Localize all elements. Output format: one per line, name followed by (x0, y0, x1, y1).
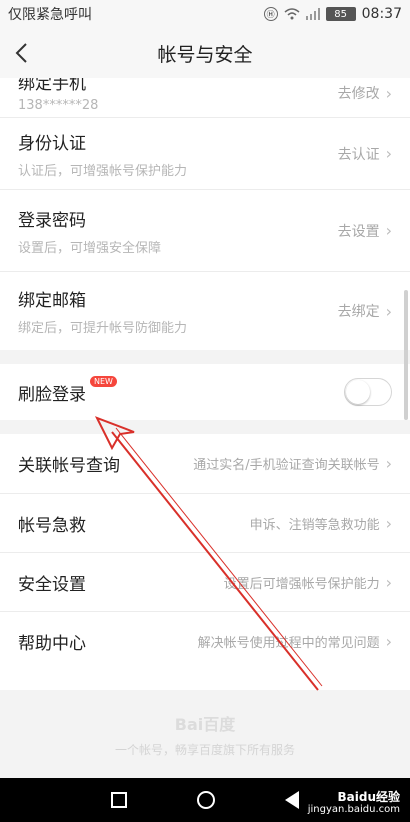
footer: Bai百度 一个帐号，畅享百度旗下所有服务 (0, 690, 410, 778)
row-title: 身份认证 (18, 133, 86, 154)
settings-list: 绑定手机 138******28 去修改 › 身份认证 认证后，可增强帐号保护能… (0, 78, 410, 671)
row-title: 关联帐号查询 (18, 456, 120, 476)
chevron-right-icon: › (385, 144, 392, 163)
chevron-right-icon: › (385, 632, 392, 651)
row-desc: 解决帐号使用过程中的常见问题 (197, 636, 380, 651)
row-sub: 认证后，可增强帐号保护能力 (18, 163, 188, 179)
row-title: 绑定手机 (18, 78, 86, 94)
row-action: 去认证 (337, 146, 380, 163)
clock: 08:37 (361, 6, 402, 22)
row-title: 绑定邮箱 (18, 291, 86, 311)
row-title: 帐号急救 (18, 515, 86, 536)
carrier-text: 仅限紧急呼叫 (8, 7, 92, 23)
face-login-toggle[interactable] (344, 378, 392, 406)
row-action: 去绑定 (337, 304, 380, 320)
chevron-right-icon: › (385, 301, 392, 321)
app-header: 帐号与安全 (0, 28, 410, 78)
row-desc: 设置后可增强帐号保护能力 (223, 576, 380, 592)
row-help-center[interactable]: 帮助中心 解决帐号使用过程中的常见问题 › (0, 612, 410, 671)
watermark: Baidu经验 jingyan.baidu.com (308, 790, 400, 816)
chevron-right-icon: › (385, 454, 392, 473)
footer-text: 一个帐号，畅享百度旗下所有服务 (114, 742, 295, 757)
signal-icon: Ⓗ (263, 7, 278, 21)
watermark-url: jingyan.baidu.com (307, 804, 400, 816)
row-action: 去设置 (337, 223, 380, 240)
row-bind-email[interactable]: 绑定邮箱 绑定后，可提升帐号防御能力 去绑定 › (0, 272, 410, 350)
watermark-title: Baidu经验 (337, 790, 401, 804)
section-gap (0, 350, 410, 364)
home-icon[interactable] (197, 791, 215, 809)
toggle-knob (346, 380, 370, 404)
row-linked-accounts[interactable]: 关联帐号查询 通过实名/手机验证查询关联帐号 › (0, 434, 410, 494)
section-gap (0, 420, 410, 434)
row-sub: 138******28 (18, 98, 99, 113)
row-title: 刷脸登录 NEW (18, 375, 117, 405)
row-desc: 通过实名/手机验证查询关联帐号 (193, 458, 380, 473)
row-login-password[interactable]: 登录密码 设置后，可增强安全保障 去设置 › (0, 190, 410, 272)
new-badge: NEW (90, 375, 117, 387)
signal-bars-icon (305, 8, 320, 20)
wifi-icon (284, 8, 300, 20)
chevron-left-icon (15, 43, 27, 63)
status-right: Ⓗ 85 08:37 (263, 6, 402, 22)
chevron-right-icon: › (385, 221, 392, 240)
status-bar: 仅限紧急呼叫 Ⓗ 85 08:37 (0, 0, 410, 28)
row-identity-auth[interactable]: 身份认证 认证后，可增强帐号保护能力 去认证 › (0, 118, 410, 190)
row-title: 登录密码 (18, 210, 86, 231)
row-desc: 申诉、注销等急救功能 (249, 517, 380, 533)
face-login-label: 刷脸登录 (18, 384, 86, 405)
baidu-logo: Bai百度 (174, 714, 236, 734)
chevron-right-icon: › (385, 572, 392, 592)
recent-apps-icon[interactable] (111, 792, 127, 808)
row-account-rescue[interactable]: 帐号急救 申诉、注销等急救功能 › (0, 494, 410, 553)
chevron-right-icon: › (385, 513, 392, 533)
row-title: 帮助中心 (18, 634, 86, 654)
battery-icon: 85 (325, 7, 356, 21)
row-security-settings[interactable]: 安全设置 设置后可增强帐号保护能力 › (0, 553, 410, 612)
back-triangle-icon[interactable] (285, 791, 299, 809)
row-face-login: 刷脸登录 NEW (0, 364, 410, 420)
page-title: 帐号与安全 (157, 43, 253, 66)
chevron-right-icon: › (385, 83, 392, 103)
back-button[interactable] (6, 38, 36, 68)
row-bind-phone[interactable]: 绑定手机 138******28 去修改 › (0, 78, 410, 118)
row-sub: 绑定后，可提升帐号防御能力 (18, 321, 188, 336)
row-action: 去修改 (337, 86, 380, 102)
row-sub: 设置后，可增强安全保障 (18, 240, 162, 256)
row-title: 安全设置 (18, 574, 86, 595)
scrollbar[interactable] (404, 290, 408, 420)
